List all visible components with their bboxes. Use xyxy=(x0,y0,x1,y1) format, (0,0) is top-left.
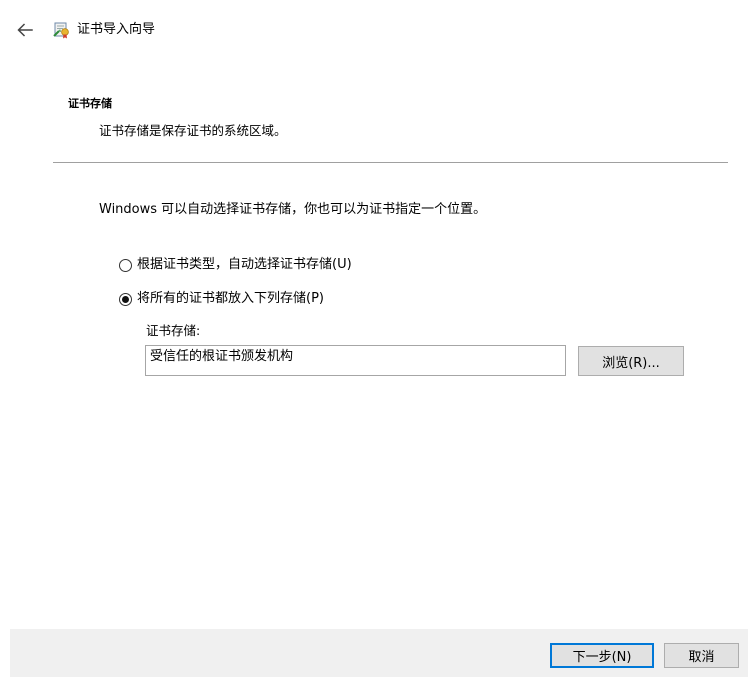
cancel-button[interactable]: 取消 xyxy=(664,643,739,668)
certificate-store-field[interactable]: 受信任的根证书颁发机构 xyxy=(145,345,566,376)
certificate-icon xyxy=(53,22,69,39)
store-field-label: 证书存储: xyxy=(146,323,201,338)
certificate-import-wizard: 证书导入向导 证书存储 证书存储是保存证书的系统区域。 Windows 可以自动… xyxy=(0,0,748,677)
section-title: 证书存储 xyxy=(68,97,112,110)
header-divider xyxy=(53,162,728,163)
intro-text: Windows 可以自动选择证书存储，你也可以为证书指定一个位置。 xyxy=(99,202,487,217)
auto-select-store-option[interactable]: 根据证书类型，自动选择证书存储(U) xyxy=(119,256,352,274)
browse-button[interactable]: 浏览(R)... xyxy=(578,346,684,376)
back-button[interactable] xyxy=(14,19,36,41)
place-all-in-store-option[interactable]: 将所有的证书都放入下列存储(P) xyxy=(119,290,324,308)
radio-dot xyxy=(122,295,129,303)
radio-label-auto: 根据证书类型，自动选择证书存储(U) xyxy=(137,257,352,272)
wizard-title: 证书导入向导 xyxy=(77,22,156,37)
next-button[interactable]: 下一步(N) xyxy=(550,643,654,668)
arrow-left-icon xyxy=(17,23,33,37)
section-description: 证书存储是保存证书的系统区域。 xyxy=(99,123,287,138)
radio-button-checked[interactable] xyxy=(119,292,132,306)
wizard-titlebar: 证书导入向导 xyxy=(0,0,748,60)
radio-button-unchecked[interactable] xyxy=(119,258,132,272)
radio-label-place-all: 将所有的证书都放入下列存储(P) xyxy=(137,291,324,306)
